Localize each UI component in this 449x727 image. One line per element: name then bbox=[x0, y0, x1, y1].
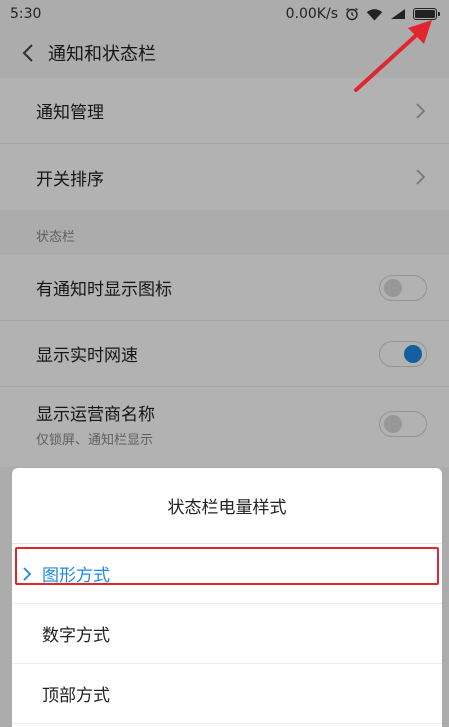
watermark-logo: Bai 经验 bbox=[335, 674, 417, 695]
dialog-option-numeric[interactable]: 数字方式 bbox=[12, 604, 442, 664]
dialog-option-label: 数字方式 bbox=[42, 626, 110, 646]
watermark-url: jingyan.baidu.com bbox=[329, 698, 423, 709]
watermark: Bai 经验 jingyan.baidu.com bbox=[321, 670, 431, 720]
annotation-highlight-box bbox=[15, 547, 439, 585]
dialog-title: 状态栏电量样式 bbox=[12, 468, 442, 544]
dialog-option-label: 顶部方式 bbox=[42, 686, 110, 706]
annotation-arrow-icon bbox=[354, 20, 432, 92]
